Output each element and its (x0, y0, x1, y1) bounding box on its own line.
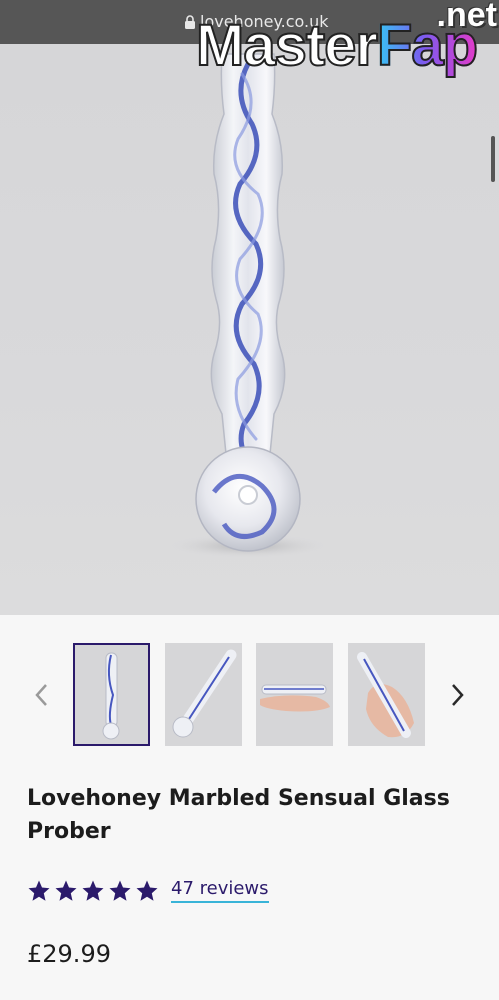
star-rating (27, 879, 159, 903)
thumbnail-2[interactable] (165, 643, 242, 746)
thumbnail-hand-image (348, 643, 425, 746)
thumbnail-4[interactable] (348, 643, 425, 746)
star-icon (82, 880, 104, 901)
browser-url-bar[interactable]: lovehoney.co.uk (0, 0, 499, 44)
star-icon (109, 880, 131, 901)
product-main-image[interactable] (0, 44, 499, 615)
previous-image-button[interactable] (31, 681, 51, 709)
thumbnail-1[interactable] (73, 643, 150, 746)
star-icon (28, 880, 50, 901)
product-price: £29.99 (27, 940, 111, 968)
product-rating[interactable]: 47 reviews (27, 878, 269, 903)
star-icon (136, 880, 158, 901)
next-image-button[interactable] (448, 681, 468, 709)
url-display[interactable]: lovehoney.co.uk (184, 12, 329, 31)
product-title: Lovehoney Marbled Sensual Glass Prober (27, 786, 450, 844)
thumbnail-upright-image (75, 645, 148, 744)
reviews-link[interactable]: 47 reviews (171, 878, 269, 903)
glass-prober-image (168, 53, 328, 558)
lock-icon (185, 14, 195, 29)
thumbnail-3[interactable] (256, 643, 333, 746)
star-icon (55, 880, 77, 901)
thumbnail-palm-image (256, 643, 333, 746)
thumbnail-angled-image (165, 643, 242, 746)
page-scrollbar[interactable] (491, 136, 495, 182)
url-text: lovehoney.co.uk (200, 12, 329, 31)
chevron-left-icon (35, 684, 47, 706)
chevron-right-icon (452, 684, 464, 706)
